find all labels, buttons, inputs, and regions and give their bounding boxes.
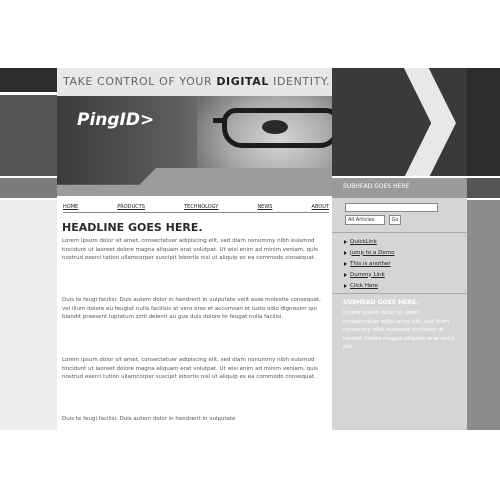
left-dark-block <box>0 68 57 92</box>
chevron-right-icon <box>394 68 456 176</box>
hero-ribbon <box>57 168 332 196</box>
sidebar-link-click-here[interactable]: Click Here <box>344 280 394 291</box>
arrow-bullet-icon <box>344 283 347 288</box>
right-mid-block <box>467 178 500 198</box>
left-gray-block <box>0 178 57 198</box>
right-dark-block <box>467 68 500 176</box>
body-paragraph-1: Lorem ipsum dolor sit amet, consectetuer… <box>62 238 318 261</box>
eye-graphic <box>262 120 288 134</box>
brand-panel <box>332 68 467 176</box>
sidebar-heading: SUBHEAD GOES HERE <box>343 183 410 190</box>
sidebar-subhead: SUBHEAD GOES HERE. <box>343 299 419 306</box>
nav-about[interactable]: ABOUT <box>312 204 329 210</box>
main-nav: HOME PRODUCTS TECHNOLOGY NEWS ABOUT <box>63 202 329 213</box>
right-gray-strip <box>467 200 500 430</box>
body-paragraph-4: Duis te feugi facilisi. Duis autem dolor… <box>62 416 236 422</box>
hero-banner: PingID> <box>57 96 332 196</box>
sidebar-link-demo[interactable]: Jump to a Demo <box>344 247 394 258</box>
nav-products[interactable]: PRODUCTS <box>117 204 145 210</box>
arrow-bullet-icon <box>344 239 347 244</box>
search-input[interactable] <box>345 203 438 212</box>
nav-news[interactable]: NEWS <box>257 204 272 210</box>
category-select[interactable]: All Articles <box>345 215 385 225</box>
arrow-bullet-icon <box>344 272 347 277</box>
tagline: TAKE CONTROL OF YOUR DIGITAL IDENTITY. <box>63 75 331 88</box>
arrow-bullet-icon <box>344 250 347 255</box>
page-headline: HEADLINE GOES HERE. <box>62 221 203 234</box>
left-light-strip <box>0 200 57 430</box>
nav-technology[interactable]: TECHNOLOGY <box>184 204 218 210</box>
sidebar-link-quicklink[interactable]: QuickLink <box>344 236 394 247</box>
sidebar-divider-2 <box>332 293 467 294</box>
nav-home[interactable]: HOME <box>63 204 78 210</box>
sidebar-link-another[interactable]: This is another <box>344 258 394 269</box>
sidebar-paragraph: Lorem ipsum dolor sit amet, consectetuer… <box>343 310 455 350</box>
pingid-logo[interactable]: PingID> <box>77 110 154 130</box>
body-paragraph-2: Duis te feugi facilisi. Duis autem dolor… <box>62 297 321 320</box>
quick-links: QuickLink Jump to a Demo This is another… <box>344 236 394 291</box>
sidebar-link-dummy[interactable]: Dummy Link <box>344 269 394 280</box>
body-paragraph-3: Lorem ipsum dolor sit amet, consectetuer… <box>62 357 318 380</box>
search-go-button[interactable]: Go <box>389 215 401 225</box>
arrow-bullet-icon <box>344 261 347 266</box>
glasses-bridge <box>213 118 227 123</box>
sidebar-divider <box>332 232 467 233</box>
left-mid-block <box>0 95 57 176</box>
